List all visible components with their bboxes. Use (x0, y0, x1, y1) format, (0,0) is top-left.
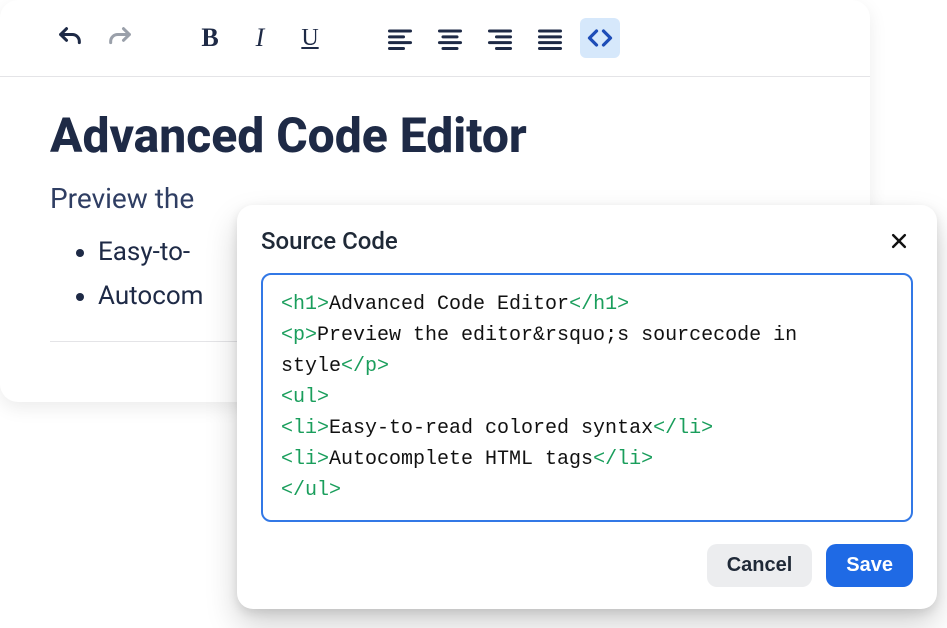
align-justify-icon (536, 24, 564, 52)
code-tag: </li> (653, 417, 713, 440)
code-text: Autocomplete HTML tags (329, 448, 593, 471)
italic-button[interactable]: I (240, 18, 280, 58)
code-tag: <p> (281, 324, 317, 347)
code-tag: <h1> (281, 293, 329, 316)
editor-heading: Advanced Code Editor (50, 107, 820, 164)
undo-button[interactable] (50, 18, 90, 58)
align-right-button[interactable] (480, 18, 520, 58)
align-center-button[interactable] (430, 18, 470, 58)
bold-button[interactable]: B (190, 18, 230, 58)
align-left-button[interactable] (380, 18, 420, 58)
code-tag: </h1> (569, 293, 629, 316)
align-right-icon (486, 24, 514, 52)
align-justify-button[interactable] (530, 18, 570, 58)
code-tag: <li> (281, 448, 329, 471)
source-code-button[interactable] (580, 18, 620, 58)
align-left-icon (386, 24, 414, 52)
modal-footer: Cancel Save (261, 544, 913, 587)
code-text: Advanced Code Editor (329, 293, 569, 316)
redo-icon (106, 24, 134, 52)
modal-title: Source Code (261, 227, 398, 255)
align-center-icon (436, 24, 464, 52)
save-button[interactable]: Save (826, 544, 913, 587)
toolbar: B I U (0, 0, 870, 77)
source-code-textarea[interactable]: <h1>Advanced Code Editor</h1> <p>Preview… (261, 273, 913, 522)
code-tag: <ul> (281, 386, 329, 409)
close-button[interactable] (885, 227, 913, 255)
cancel-button[interactable]: Cancel (707, 544, 813, 587)
undo-icon (56, 24, 84, 52)
code-tag: <li> (281, 417, 329, 440)
source-code-modal: Source Code <h1>Advanced Code Editor</h1… (237, 205, 937, 609)
code-text: Easy-to-read colored syntax (329, 417, 653, 440)
code-tag: </ul> (281, 479, 341, 502)
underline-button[interactable]: U (290, 18, 330, 58)
modal-header: Source Code (261, 227, 913, 255)
redo-button[interactable] (100, 18, 140, 58)
code-icon (586, 24, 614, 52)
close-icon (889, 231, 909, 251)
code-tag: </li> (593, 448, 653, 471)
code-tag: </p> (341, 355, 389, 378)
